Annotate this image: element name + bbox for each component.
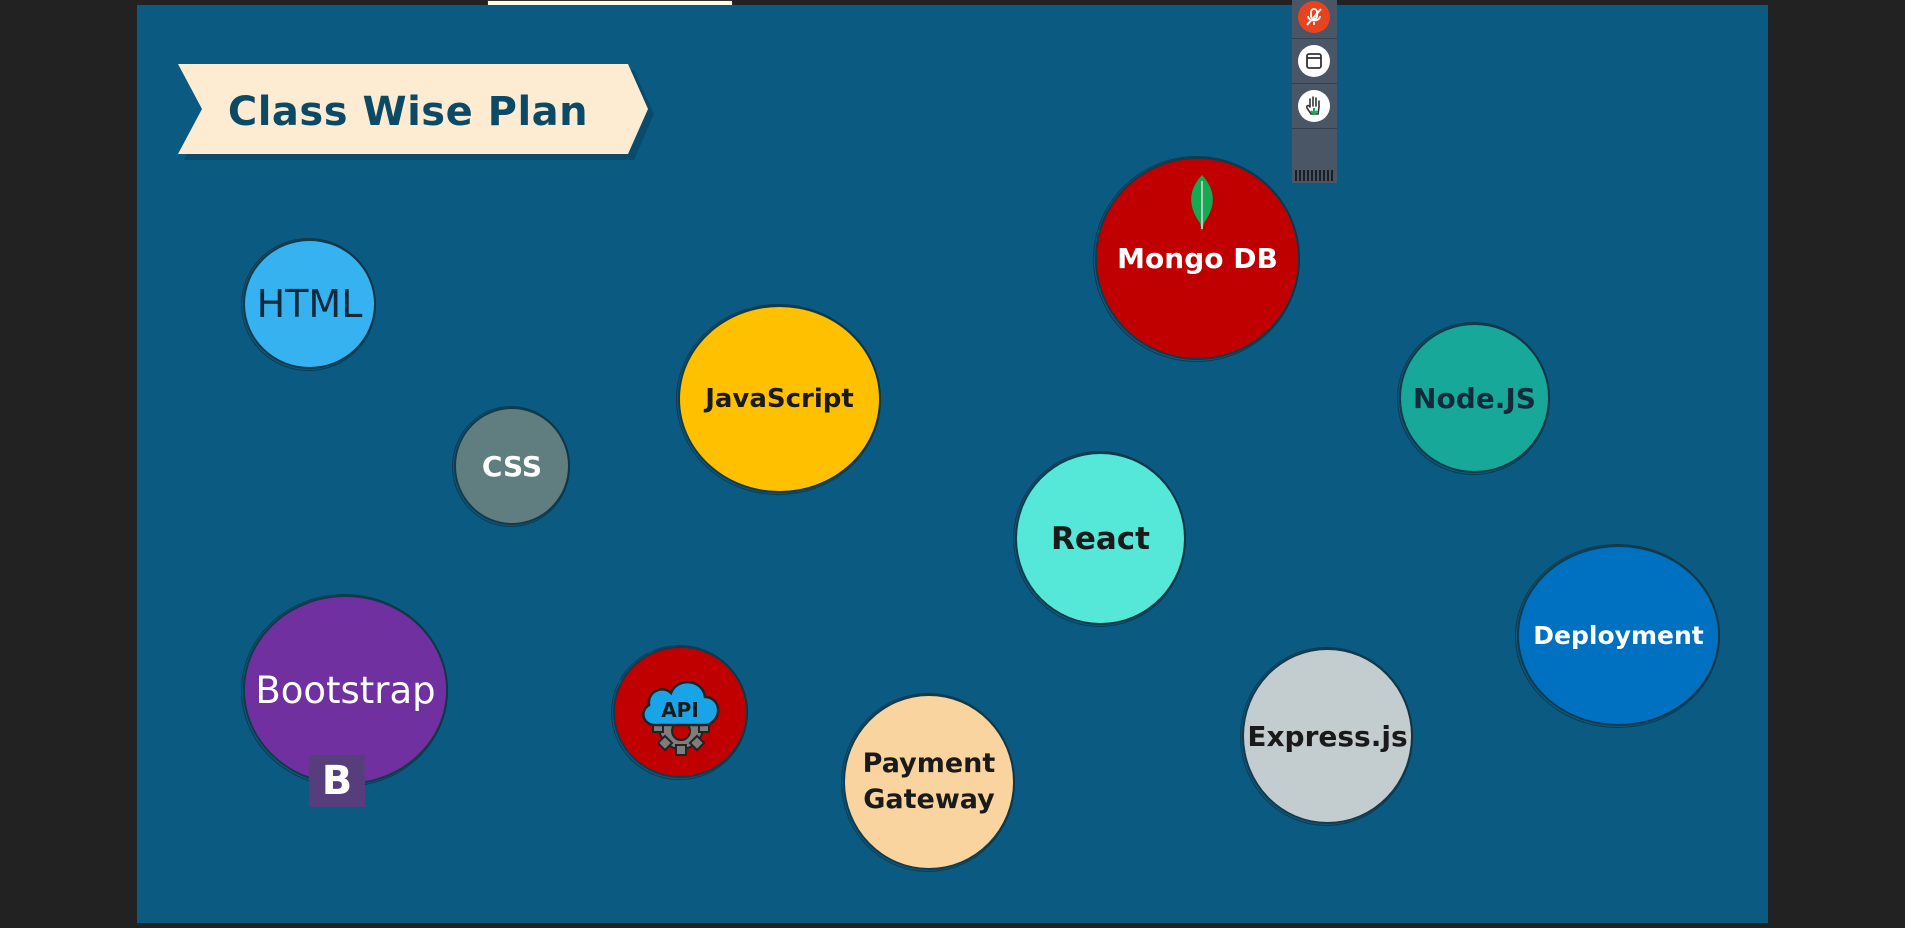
topic-expressjs[interactable]: Express.js <box>1240 647 1413 826</box>
topic-deployment[interactable]: Deployment <box>1515 544 1720 728</box>
topic-expressjs-label: Express.js <box>1247 719 1408 753</box>
svg-text:API: API <box>661 698 699 722</box>
window-button[interactable] <box>1298 45 1330 77</box>
topic-mongodb[interactable]: Mongo DB <box>1093 156 1300 362</box>
topic-nodejs[interactable]: Node.JS <box>1397 322 1550 475</box>
toolbar-separator <box>1292 83 1337 84</box>
topic-html[interactable]: HTML <box>241 238 376 371</box>
raise-hand-button[interactable] <box>1298 90 1330 122</box>
topic-payment-label-2: Gateway <box>863 784 995 815</box>
topic-nodejs-label: Node.JS <box>1413 381 1536 415</box>
toolbar-separator <box>1292 38 1337 39</box>
presenter-toolbar <box>1292 0 1337 183</box>
title-banner: Class Wise Plan <box>178 64 654 160</box>
mongodb-leaf-icon <box>1191 175 1213 231</box>
hand-icon <box>1306 96 1320 116</box>
topic-javascript[interactable]: JavaScript <box>676 304 881 495</box>
slide-canvas: Class Wise Plan HTML CSS JavaScript Mong… <box>137 5 1768 923</box>
topic-api[interactable]: API <box>611 645 748 780</box>
api-cloud-gear-icon: API <box>642 681 720 756</box>
topic-payment-gateway[interactable]: Payment Gateway <box>841 693 1015 872</box>
toolbar-drag-handle[interactable] <box>1295 170 1334 181</box>
toolbar-separator <box>1292 128 1337 129</box>
topic-deployment-label: Deployment <box>1533 621 1704 650</box>
topic-html-label: HTML <box>256 282 363 326</box>
topic-payment-label-1: Payment <box>862 748 996 779</box>
topic-react[interactable]: React <box>1013 451 1186 627</box>
topic-react-label: React <box>1050 520 1150 557</box>
window-icon <box>1306 53 1322 69</box>
topic-css[interactable]: CSS <box>452 406 570 527</box>
bootstrap-logo-icon: B <box>309 755 365 807</box>
topic-css-label: CSS <box>481 449 543 483</box>
topic-bootstrap-label: Bootstrap <box>255 668 436 712</box>
mic-muted-icon <box>1306 8 1322 26</box>
topic-javascript-label: JavaScript <box>705 384 854 414</box>
mic-muted-button[interactable] <box>1298 1 1330 33</box>
page-title: Class Wise Plan <box>227 88 589 135</box>
topic-mongodb-label: Mongo DB <box>1117 242 1278 275</box>
